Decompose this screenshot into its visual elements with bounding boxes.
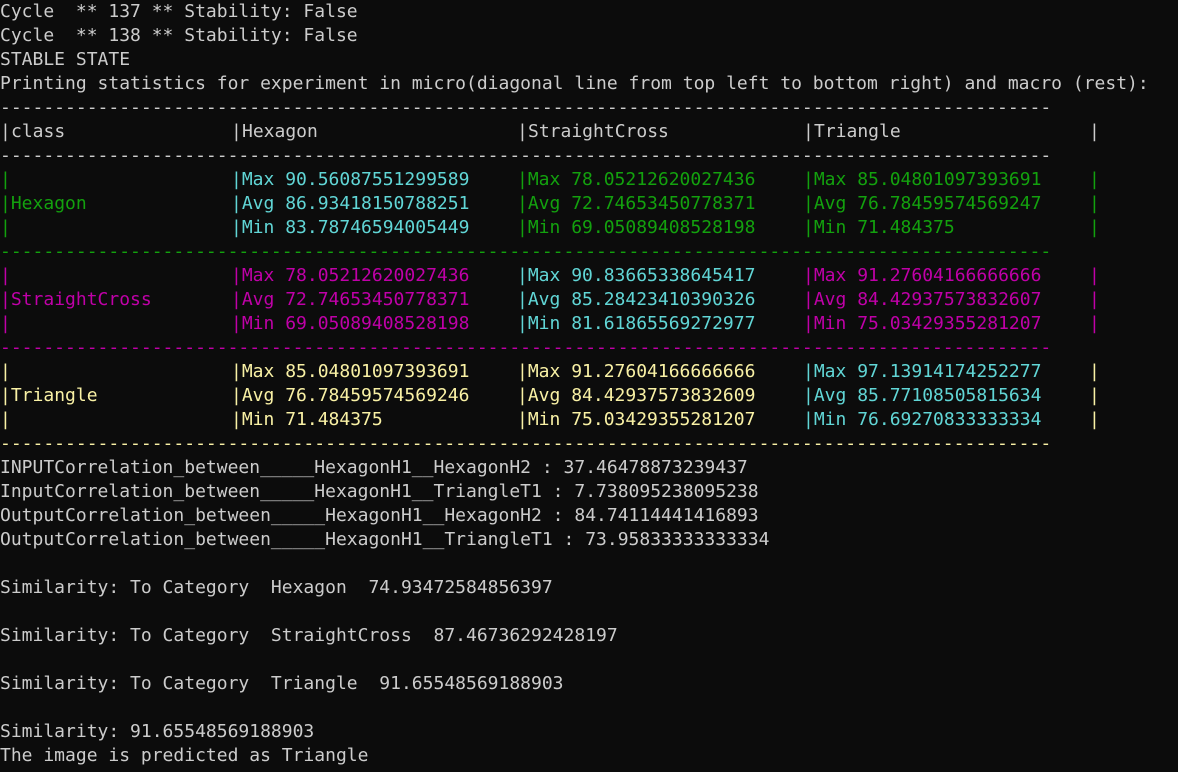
printing-statistics-line: Printing statistics for experiment in mi… [0,73,1149,94]
final-similarity-line: Similarity: 91.65548569188903 [0,721,315,742]
triangle-row-max: | |Max 85.04801097393691 |Max 91.2760416… [0,360,1178,384]
table-pipe: | [0,217,11,238]
cell-triangle-hexagon-avg: |Avg 76.78459574569246 [231,385,470,406]
cell-hexagon-triangle-avg: |Avg 76.78459574569247 [803,193,1042,214]
row-label-straightcross: |StraightCross [0,289,152,310]
triangle-row-avg: |Triangle |Avg 76.78459574569246 |Avg 84… [0,384,1178,408]
straightcross-row-min: | |Min 69.05089408528198 |Min 81.6186556… [0,312,1178,336]
table-header-row: | class | Hexagon | StraightCross | Tria… [0,120,1178,144]
table-pipe: | [0,169,11,190]
cell-straightcross-triangle-avg: |Avg 84.42937573832607 [803,289,1042,310]
straightcross-row-avg: |StraightCross |Avg 72.74653450778371 |A… [0,288,1178,312]
similarity-straightcross-line: Similarity: To Category StraightCross 87… [0,625,618,646]
correlation-line: OutputCorrelation_between_____HexagonH1_… [0,529,770,550]
table-pipe: | [1089,169,1100,190]
table-pipe: | [803,121,814,142]
cell-triangle-straightcross-min: |Min 75.03429355281207 [517,409,756,430]
straightcross-row-max: | |Max 78.05212620027436 |Max 90.8366533… [0,264,1178,288]
cell-straightcross-hexagon-avg: |Avg 72.74653450778371 [231,289,470,310]
similarity-hexagon-line: Similarity: To Category Hexagon 74.93472… [0,577,553,598]
table-pipe: | [517,121,528,142]
triangle-row-min: | |Min 71.484375 |Min 75.03429355281207 … [0,408,1178,432]
cell-straightcross-triangle-min: |Min 75.03429355281207 [803,313,1042,334]
correlation-line: InputCorrelation_between_____HexagonH1__… [0,481,759,502]
row-label-hexagon: |Hexagon [0,193,87,214]
prediction-line: The image is predicted as Triangle [0,745,369,766]
cell-triangle-straightcross-max: |Max 91.27604166666666 [517,361,756,382]
cell-straightcross-straightcross-min: |Min 81.61865569272977 [517,313,756,334]
table-pipe: | [1089,265,1100,286]
table-separator-hexagon: ----------------------------------------… [0,241,1052,262]
cell-triangle-hexagon-min: |Min 71.484375 [231,409,383,430]
table-pipe: | [1089,409,1100,430]
hexagon-row-max: | |Max 90.56087551299589 |Max 78.0521262… [0,168,1178,192]
table-separator-header: ----------------------------------------… [0,145,1052,166]
table-pipe: | [1089,313,1100,334]
table-pipe: | [0,409,11,430]
cell-straightcross-straightcross-max: |Max 90.83665338645417 [517,265,756,286]
cell-triangle-triangle-max: |Max 97.13914174252277 [803,361,1042,382]
table-pipe: | [0,361,11,382]
correlation-line: OutputCorrelation_between_____HexagonH1_… [0,505,759,526]
cell-triangle-triangle-min: |Min 76.69270833333334 [803,409,1042,430]
cell-straightcross-triangle-max: |Max 91.27604166666666 [803,265,1042,286]
table-separator-straightcross: ----------------------------------------… [0,337,1052,358]
table-pipe: | [1089,385,1100,406]
cycle-138-line: Cycle ** 138 ** Stability: False [0,25,358,46]
cell-hexagon-hexagon-max: |Max 90.56087551299589 [231,169,470,190]
table-pipe: | [1089,289,1100,310]
cell-hexagon-straightcross-min: |Min 69.05089408528198 [517,217,756,238]
table-pipe: | [1089,217,1100,238]
cell-hexagon-hexagon-avg: |Avg 86.93418150788251 [231,193,470,214]
header-straightcross: StraightCross [528,121,669,142]
hexagon-row-avg: |Hexagon |Avg 86.93418150788251 |Avg 72.… [0,192,1178,216]
similarity-triangle-line: Similarity: To Category Triangle 91.6554… [0,673,564,694]
terminal-window[interactable]: Cycle ** 137 ** Stability: False Cycle *… [0,0,1178,772]
table-pipe: | [0,121,11,142]
header-triangle: Triangle [814,121,901,142]
row-label-triangle: |Triangle [0,385,98,406]
cell-hexagon-hexagon-min: |Min 83.78746594005449 [231,217,470,238]
cycle-137-line: Cycle ** 137 ** Stability: False [0,1,358,22]
cell-hexagon-straightcross-max: |Max 78.05212620027436 [517,169,756,190]
cell-hexagon-triangle-max: |Max 85.04801097393691 [803,169,1042,190]
table-pipe: | [1089,121,1100,142]
cell-triangle-triangle-avg: |Avg 85.77108505815634 [803,385,1042,406]
table-separator-triangle: ----------------------------------------… [0,433,1052,454]
cell-straightcross-hexagon-max: |Max 78.05212620027436 [231,265,470,286]
header-class: class [11,121,66,142]
table-pipe: | [1089,193,1100,214]
cell-hexagon-straightcross-avg: |Avg 72.74653450778371 [517,193,756,214]
cell-triangle-hexagon-max: |Max 85.04801097393691 [231,361,470,382]
cell-triangle-straightcross-avg: |Avg 84.42937573832609 [517,385,756,406]
correlation-line: INPUTCorrelation_between_____HexagonH1__… [0,457,748,478]
table-pipe: | [1089,361,1100,382]
table-separator-top: ----------------------------------------… [0,97,1052,118]
cell-hexagon-triangle-min: |Min 71.484375 [803,217,955,238]
hexagon-row-min: | |Min 83.78746594005449 |Min 69.0508940… [0,216,1178,240]
table-pipe: | [231,121,242,142]
table-pipe: | [0,265,11,286]
stable-state-line: STABLE STATE [0,49,131,70]
cell-straightcross-straightcross-avg: |Avg 85.28423410390326 [517,289,756,310]
cell-straightcross-hexagon-min: |Min 69.05089408528198 [231,313,470,334]
header-hexagon: Hexagon [242,121,318,142]
table-pipe: | [0,313,11,334]
